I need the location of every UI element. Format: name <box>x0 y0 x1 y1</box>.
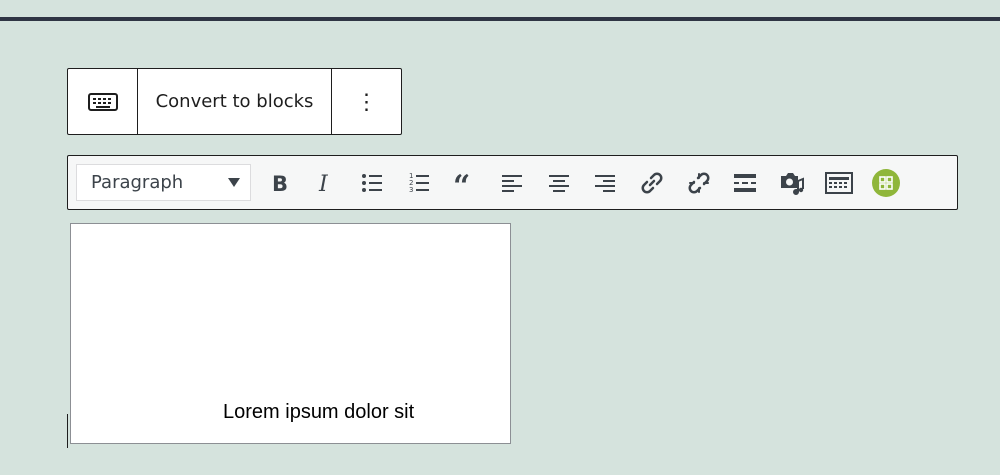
toolbar-toggle-icon <box>825 172 853 194</box>
insert-link-icon <box>641 172 663 194</box>
editor-content-area[interactable]: Lorem ipsum dolor sit <box>70 223 511 444</box>
align-center-icon <box>549 175 569 192</box>
more-options-button[interactable]: ⋮ <box>332 69 401 134</box>
insert-link-button[interactable] <box>637 168 667 198</box>
format-select-value: Paragraph <box>91 172 184 193</box>
svg-text:B: B <box>272 172 288 194</box>
remove-link-icon <box>688 172 710 194</box>
bold-icon: B <box>272 172 288 194</box>
toolbar-toggle-button[interactable] <box>824 168 854 198</box>
add-media-button[interactable] <box>777 168 807 198</box>
plugin-grid-icon <box>872 169 900 197</box>
classic-format-toolbar: Paragraph B I 1 2 3 “ <box>67 155 958 210</box>
keyboard-icon <box>87 92 118 111</box>
bulleted-list-icon <box>362 174 382 192</box>
block-toolbar: Convert to blocks ⋮ <box>67 68 402 135</box>
editor-text: Lorem ipsum dolor sit <box>223 401 415 423</box>
bulleted-list-button[interactable] <box>357 168 387 198</box>
align-left-icon <box>502 175 522 192</box>
add-media-icon <box>781 173 804 195</box>
align-right-button[interactable] <box>590 168 620 198</box>
blockquote-button[interactable]: “ <box>450 168 480 198</box>
svg-text:3: 3 <box>409 186 413 194</box>
svg-text:I: I <box>318 172 329 194</box>
top-divider <box>0 17 1000 21</box>
convert-to-blocks-button[interactable]: Convert to blocks <box>138 69 332 134</box>
align-left-button[interactable] <box>497 168 527 198</box>
italic-icon: I <box>318 172 329 194</box>
keyboard-button[interactable] <box>68 69 138 134</box>
bold-button[interactable]: B <box>264 168 294 198</box>
chevron-down-icon <box>228 178 240 187</box>
format-select[interactable]: Paragraph <box>76 164 251 201</box>
italic-button[interactable]: I <box>310 168 340 198</box>
text-cursor <box>67 414 68 448</box>
align-right-icon <box>595 175 615 192</box>
read-more-button[interactable] <box>730 168 760 198</box>
numbered-list-button[interactable]: 1 2 3 <box>404 168 434 198</box>
remove-link-button[interactable] <box>684 168 714 198</box>
read-more-icon <box>734 174 756 192</box>
svg-text:“: “ <box>453 172 470 194</box>
align-center-button[interactable] <box>544 168 574 198</box>
numbered-list-icon: 1 2 3 <box>409 172 429 194</box>
plugin-grid-button[interactable] <box>871 168 901 198</box>
blockquote-icon: “ <box>453 172 470 194</box>
